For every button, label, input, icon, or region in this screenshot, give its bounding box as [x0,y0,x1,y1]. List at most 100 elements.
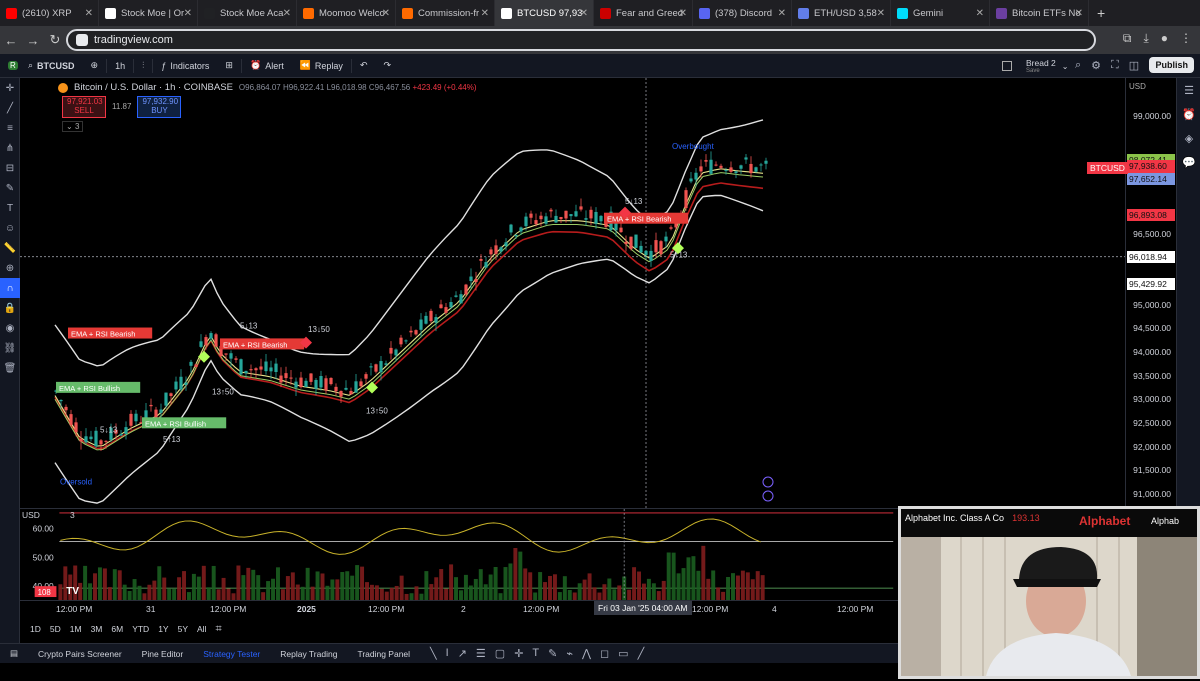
fib-icon[interactable]: ⊟ [0,158,20,178]
alerts-icon[interactable]: ⏰ [1177,102,1200,126]
browser-tab[interactable]: Moomoo Welco ✕ [297,0,396,26]
callout-icon[interactable]: ◻ [600,647,609,660]
bottom-tab[interactable]: Strategy Tester [193,649,270,659]
list-icon[interactable]: ☰ [476,647,486,660]
magnet-icon[interactable]: ∩ [0,278,20,298]
signal-label[interactable]: 5↓13 [625,197,643,206]
tab-close-icon[interactable]: ✕ [976,8,984,19]
tab-close-icon[interactable]: ✕ [778,8,786,19]
horizontal-lines-icon[interactable]: ≡ [0,118,20,138]
signal-label[interactable]: Overbought [672,142,715,151]
browser-tab[interactable]: Stock Moe Aca ✕ [198,0,297,26]
crosshair-icon[interactable]: ✛ [0,78,20,98]
snapshot-icon[interactable]: ◫ [1129,59,1139,72]
pen-icon[interactable]: ✎ [548,647,557,660]
back-icon[interactable]: ← [0,33,22,48]
browser-tab[interactable]: Bitcoin ETFs No ✕ [990,0,1089,26]
range-button[interactable]: 1D [30,624,41,634]
zoom-icon[interactable]: ⊕ [0,258,20,278]
add-alert-icon[interactable] [762,476,774,488]
chat-icon[interactable]: 💬 [1177,150,1200,174]
ray-icon[interactable]: ↗ [458,647,467,660]
object-tree-icon[interactable] [762,490,774,502]
publish-button[interactable]: Publish [1149,57,1194,73]
signal-label[interactable]: 5↓13 [100,425,118,434]
range-button[interactable]: All [197,624,206,634]
browser-tab[interactable]: Gemini ✕ [891,0,990,26]
fullscreen-icon[interactable]: ⛶ [1111,59,1119,72]
user-avatar[interactable]: R [0,61,20,70]
rectangle-icon[interactable]: ▢ [495,647,505,660]
emoji-icon[interactable]: ☺ [0,218,20,238]
new-tab-icon[interactable]: + [1089,5,1105,21]
legend-title[interactable]: Bitcoin / U.S. Dollar · 1h · COINBASE [74,82,233,93]
symbol-search[interactable]: ⌕ BTCUSD [20,60,83,71]
indicator-count[interactable]: 3 [70,510,75,520]
quick-search-icon[interactable]: ⌕ [1075,59,1081,72]
range-button[interactable]: 5D [50,624,61,634]
alert-button[interactable]: ⏰ Alert [242,60,292,71]
link-icon[interactable]: ⛓ [0,338,20,358]
tab-close-icon[interactable]: ✕ [85,8,93,19]
chart-type-button[interactable]: ⫶ [134,60,152,71]
tab-close-icon[interactable]: ✕ [382,8,390,19]
extensions-icon[interactable]: ⧉ [1123,31,1132,46]
add-symbol-button[interactable]: ⊕ [83,60,107,71]
profile-avatar[interactable]: ● [1161,31,1168,46]
bottom-tab[interactable]: Crypto Pairs Screener [28,649,132,659]
range-button[interactable]: 1Y [158,624,168,634]
price-scale[interactable]: USD 99,000.00 96,500.00 95,000.00 94,500.00 9… [1125,78,1176,508]
reload-icon[interactable]: ↻ [44,32,66,48]
note-icon[interactable]: ▭ [618,647,628,660]
layout-chevron-icon[interactable]: ⌄ [1062,62,1069,71]
tab-close-icon[interactable]: ✕ [877,8,885,19]
tab-close-icon[interactable]: ✕ [679,8,687,19]
signal-label[interactable]: EMA + RSI Bullish [142,417,227,429]
browser-tab[interactable]: Stock Moe | Or ✕ [99,0,198,26]
range-button[interactable]: 1M [70,624,82,634]
text-icon[interactable]: T [532,647,539,659]
eye-icon[interactable]: ◉ [0,318,20,338]
signal-label[interactable]: Oversold [60,477,92,486]
redo-button[interactable]: ↷ [375,60,399,71]
indicator-collapse-button[interactable]: ⌄ 3 [62,121,84,132]
forward-icon[interactable]: → [22,33,44,48]
signal-label[interactable]: EMA + RSI Bullish [56,381,141,393]
signal-label[interactable]: EMA + RSI Bearish [604,212,689,224]
zigzag-icon[interactable]: ⋀ [582,647,591,660]
sell-button[interactable]: 97,921.03 SELL [62,96,106,118]
tab-close-icon[interactable]: ✕ [580,8,588,19]
tab-close-icon[interactable]: ✕ [481,8,489,19]
path-icon[interactable]: ⌁ [566,647,573,660]
interval-button[interactable]: 1h [107,61,133,71]
signal-label[interactable]: EMA + RSI Bearish [220,338,305,350]
ruler-icon[interactable]: 📏 [0,238,20,258]
signal-label[interactable]: 13↑50 [212,388,234,397]
brush-icon[interactable]: ✎ [0,178,20,198]
signal-label[interactable]: 5↑13 [163,435,181,444]
layout-checkbox[interactable] [1002,61,1012,72]
url-field[interactable]: tradingview.com [66,29,1096,51]
text-cursor-icon[interactable]: I [446,647,449,659]
range-button[interactable]: YTD [132,624,149,634]
buy-button[interactable]: 97,932.90 BUY [137,96,182,118]
layers-icon[interactable]: ◈ [1177,126,1200,150]
signal-label[interactable]: 13↑50 [366,406,388,415]
volume-indicator-pane[interactable]: 60.0050.0040.00108 TV [20,508,898,600]
menu-icon[interactable]: ⋮ [1180,31,1192,46]
download-icon[interactable]: ⤓ [1143,31,1148,46]
tab-close-icon[interactable]: ✕ [184,8,192,19]
bottom-tab[interactable]: Pine Editor [132,649,194,659]
range-button[interactable]: 3M [91,624,103,634]
layout-name[interactable]: Bread 2 [1026,59,1056,68]
settings-icon[interactable]: ⚙ [1091,59,1101,72]
pitchfork-icon[interactable]: ⋔ [0,138,20,158]
signal-label[interactable]: 5↓13 [240,321,258,330]
browser-tab[interactable]: BTCUSD 97,93 ✕ [495,0,594,26]
line-icon[interactable]: ╱ [638,647,645,660]
indicators-button[interactable]: ƒ Indicators [153,61,217,71]
calendar-icon[interactable]: ⌗ [215,623,221,636]
browser-tab[interactable]: ETH/USD 3,58 ✕ [792,0,891,26]
bottom-tab[interactable]: Trading Panel [347,649,420,659]
watchlist-icon[interactable]: ☰ [1177,78,1200,102]
